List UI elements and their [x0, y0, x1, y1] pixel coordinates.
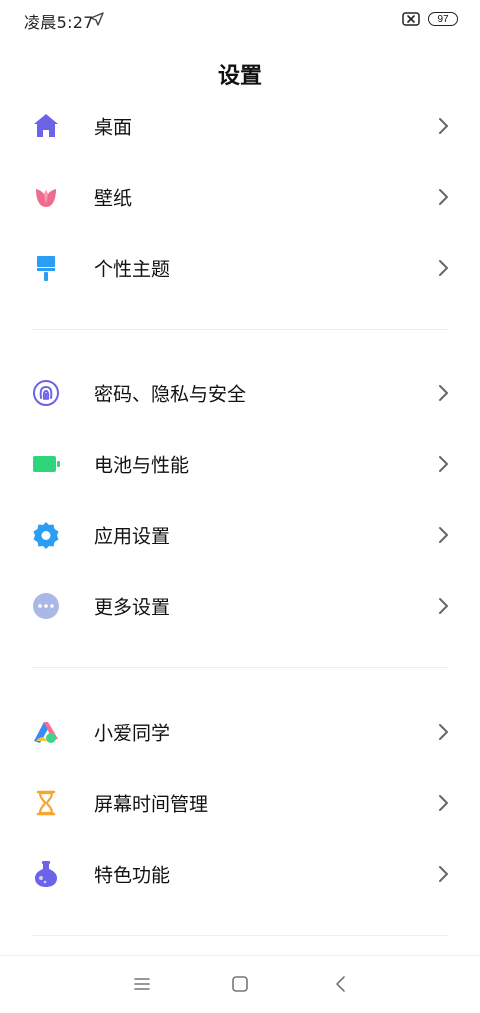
settings-item-battery[interactable]: 电池与性能	[0, 428, 480, 499]
back-icon[interactable]	[331, 974, 351, 994]
settings-item-special-features[interactable]: 特色功能	[0, 838, 480, 909]
settings-item-desktop[interactable]: 桌面	[0, 90, 480, 161]
settings-item-wallpaper[interactable]: 壁纸	[0, 161, 480, 232]
chevron-right-icon	[439, 455, 448, 472]
settings-item-label: 屏幕时间管理	[94, 793, 209, 815]
settings-item-label: 特色功能	[94, 864, 171, 886]
chevron-right-icon	[439, 117, 448, 134]
settings-item-label: 应用设置	[94, 525, 171, 547]
chevron-right-icon	[439, 597, 448, 614]
settings-item-label: 桌面	[94, 116, 133, 138]
settings-item-label: 壁纸	[94, 187, 133, 209]
chevron-right-icon	[439, 188, 448, 205]
paintbrush-icon	[37, 255, 55, 281]
tulip-icon	[36, 188, 56, 207]
section-divider	[32, 329, 448, 330]
no-sim-icon	[402, 12, 420, 26]
fingerprint-icon	[33, 379, 59, 406]
battery-icon: 97	[428, 12, 458, 26]
location-arrow-icon	[90, 12, 104, 26]
settings-item-theme[interactable]: 个性主题	[0, 232, 480, 303]
settings-item-screen-time[interactable]: 屏幕时间管理	[0, 767, 480, 838]
chevron-right-icon	[439, 259, 448, 276]
chevron-right-icon	[439, 794, 448, 811]
status-right: 97	[402, 10, 458, 28]
section-divider	[32, 667, 448, 668]
xiaoai-icon	[34, 721, 58, 743]
home-square-icon[interactable]	[230, 974, 250, 994]
page-title: 设置	[217, 64, 262, 89]
status-time: 凌晨5:27	[24, 13, 94, 32]
settings-screen: 凌晨5:27 97 设置 桌面 壁纸 个性主题 密码、隐私与安全 电池与性能 应…	[0, 0, 480, 1013]
settings-item-xiaoai[interactable]: 小爱同学	[0, 696, 480, 767]
chevron-right-icon	[439, 526, 448, 543]
settings-item-label: 个性主题	[94, 258, 171, 280]
flask-icon	[35, 860, 57, 887]
settings-item-security[interactable]: 密码、隐私与安全	[0, 357, 480, 428]
menu-icon[interactable]	[132, 974, 152, 994]
navigation-bar	[0, 955, 480, 1013]
settings-item-label: 密码、隐私与安全	[94, 383, 247, 405]
settings-item-label: 电池与性能	[94, 454, 190, 476]
battery-level: 97	[437, 13, 449, 25]
chevron-right-icon	[439, 384, 448, 401]
hourglass-icon	[36, 790, 56, 815]
settings-item-more[interactable]: 更多设置	[0, 570, 480, 641]
more-dots-icon	[33, 592, 59, 619]
chevron-right-icon	[439, 723, 448, 740]
settings-item-label: 小爱同学	[94, 722, 171, 744]
status-bar: 凌晨5:27 97	[0, 0, 480, 40]
chevron-right-icon	[439, 865, 448, 882]
home-icon	[34, 113, 58, 137]
settings-item-label: 更多设置	[94, 596, 171, 618]
settings-item-apps[interactable]: 应用设置	[0, 499, 480, 570]
gear-icon	[33, 521, 59, 549]
battery-green-icon	[33, 455, 60, 472]
section-divider	[32, 935, 448, 936]
